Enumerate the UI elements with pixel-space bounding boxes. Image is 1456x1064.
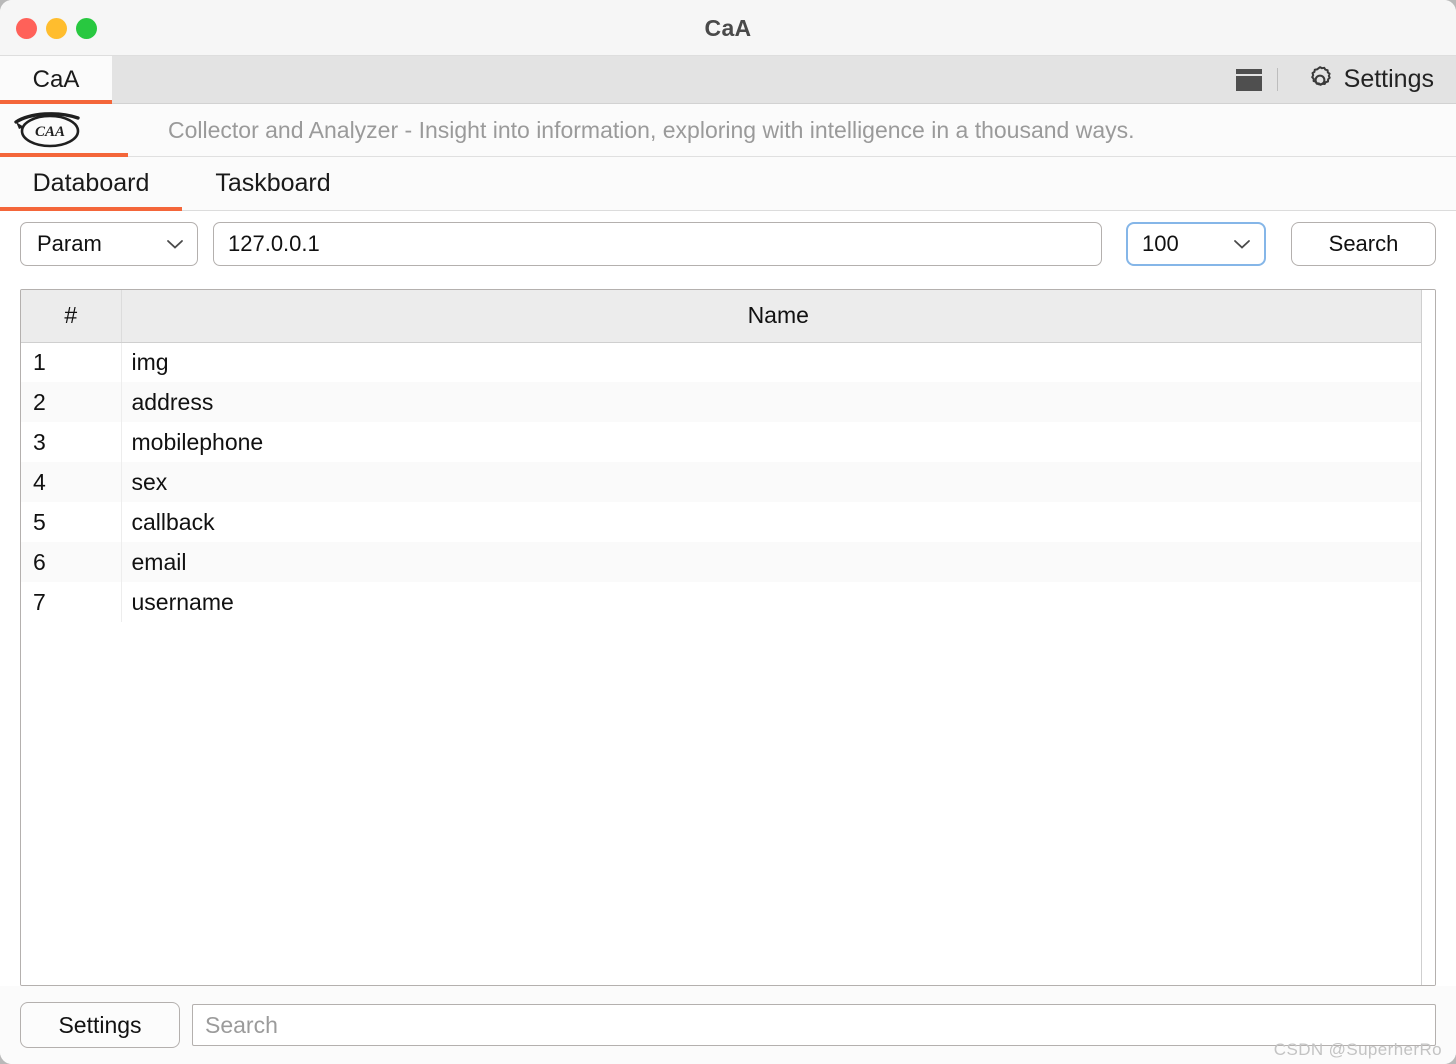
tab-taskboard[interactable]: Taskboard (182, 157, 364, 210)
cell-index: 1 (21, 342, 122, 382)
results-table: # Name 1 img 2 address 3 mobilephone 4 sex 5 call… (21, 290, 1435, 622)
search-input[interactable] (213, 222, 1102, 266)
column-header-name[interactable]: Name (121, 290, 1435, 343)
vertical-scrollbar[interactable] (1421, 290, 1435, 985)
table-row[interactable]: 2 address (21, 382, 1435, 422)
tab-taskboard-label: Taskboard (215, 169, 331, 197)
table-header-row: # Name (21, 290, 1435, 343)
result-limit-select[interactable]: 100 (1126, 222, 1266, 266)
chevron-down-icon (1234, 240, 1250, 249)
app-tab-caa[interactable]: CaA (0, 56, 112, 104)
tab-databoard[interactable]: Databoard (0, 157, 182, 211)
cell-name: img (121, 342, 1435, 382)
cell-name: sex (121, 462, 1435, 502)
bottom-bar: Settings CSDN @SuperherRo (0, 986, 1456, 1064)
filter-search-input[interactable] (192, 1004, 1436, 1046)
param-select[interactable]: Param (20, 222, 198, 266)
cell-index: 7 (21, 582, 122, 622)
settings-top-button[interactable]: Settings (1278, 56, 1456, 103)
result-limit-value: 100 (1142, 231, 1179, 256)
results-table-body: 1 img 2 address 3 mobilephone 4 sex 5 callback 6 em… (21, 342, 1435, 622)
cell-name: callback (121, 502, 1435, 542)
tab-databoard-label: Databoard (32, 169, 150, 197)
table-empty-area (21, 622, 1435, 985)
cell-name: username (121, 582, 1435, 622)
app-tagline: Collector and Analyzer - Insight into in… (168, 116, 1135, 143)
app-logo: CAA (0, 104, 96, 157)
cell-index: 6 (21, 542, 122, 582)
panel-layout-icon (1235, 68, 1262, 91)
app-tab-strip: CaA Settings (0, 56, 1456, 104)
cell-name: email (121, 542, 1435, 582)
brand-row: CAA Collector and Analyzer - Insight int… (0, 104, 1456, 157)
cell-index: 2 (21, 382, 122, 422)
column-header-index[interactable]: # (21, 290, 122, 343)
section-tabs: Databoard Taskboard (0, 157, 1456, 211)
cell-index: 5 (21, 502, 122, 542)
cell-index: 4 (21, 462, 122, 502)
table-row[interactable]: 1 img (21, 342, 1435, 382)
window-title: CaA (704, 15, 752, 41)
search-button[interactable]: Search (1291, 222, 1436, 266)
param-select-value: Param (37, 231, 102, 256)
app-window: CaA CaA Settings CAA Collector and Analy… (0, 0, 1456, 1064)
cell-name: mobilephone (121, 422, 1435, 462)
svg-text:CAA: CAA (35, 124, 65, 140)
caa-logo-icon: CAA (14, 112, 80, 148)
results-table-head: # Name (21, 290, 1435, 343)
gear-icon (1310, 65, 1331, 86)
table-row[interactable]: 4 sex (21, 462, 1435, 502)
app-tab-label: CaA (32, 65, 80, 93)
results-table-container: # Name 1 img 2 address 3 mobilephone 4 sex 5 call… (20, 289, 1436, 986)
cell-index: 3 (21, 422, 122, 462)
title-bar: CaA (0, 0, 1456, 56)
search-toolbar: Param 100 Search (0, 211, 1456, 277)
table-row[interactable]: 3 mobilephone (21, 422, 1435, 462)
settings-top-label: Settings (1343, 65, 1434, 93)
panel-layout-toggle-button[interactable] (1221, 56, 1277, 103)
table-row[interactable]: 5 callback (21, 502, 1435, 542)
chevron-down-icon (167, 240, 183, 249)
cell-name: address (121, 382, 1435, 422)
tab-databoard-active-underline (0, 207, 182, 211)
tab-strip-spacer (112, 56, 1221, 103)
table-row[interactable]: 6 email (21, 542, 1435, 582)
search-button-label: Search (1328, 231, 1399, 256)
table-row[interactable]: 7 username (21, 582, 1435, 622)
settings-button[interactable]: Settings (20, 1002, 180, 1048)
